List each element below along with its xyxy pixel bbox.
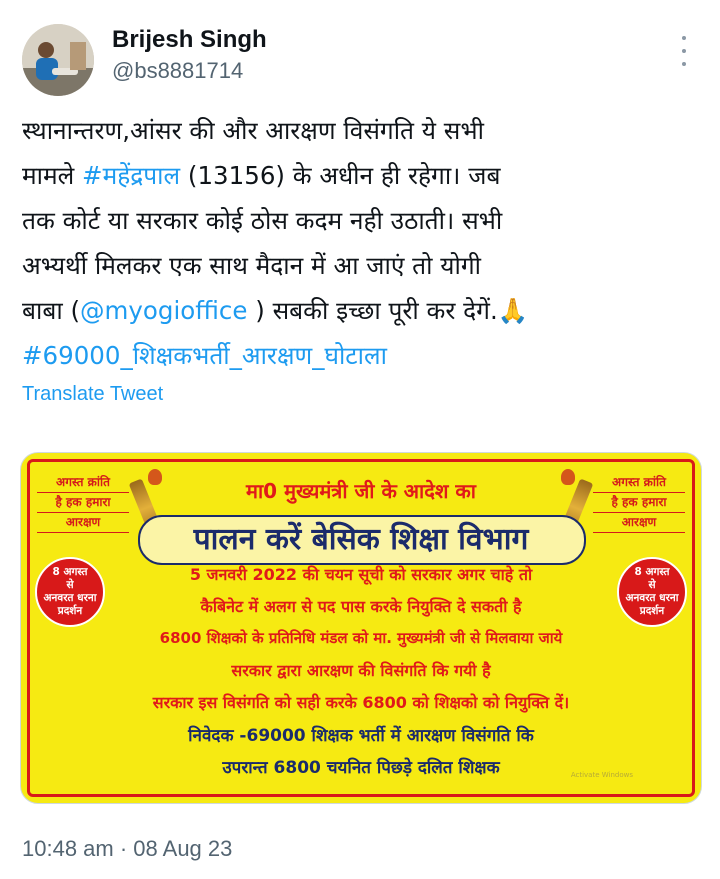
- author-avatar[interactable]: [22, 24, 94, 96]
- tweet-text: स्थानान्तरण,आंसर की और आरक्षण विसंगति ये…: [22, 108, 702, 378]
- tweet-line: तक कोर्ट या सरकार कोई ठोस कदम नही उठाती।…: [22, 206, 503, 235]
- mention-link[interactable]: @myogioffice: [80, 296, 247, 325]
- tweet-text-segment: ) सबकी इच्छा पूरी कर देगें.: [247, 296, 498, 325]
- banner-line-1: 5 जनवरी 2022 की चयन सूची को सरकार अगर चा…: [189, 565, 533, 584]
- banner-line-6: निवेदक -69000 शिक्षक भर्ती में आरक्षण वि…: [188, 726, 534, 746]
- tweet-line: अभ्यर्थी मिलकर एक साथ मैदान में आ जाएं त…: [22, 251, 481, 280]
- tweet-media-image[interactable]: अगस्त क्रांति है हक हमारा आरक्षण अगस्त क…: [20, 452, 702, 804]
- tweet-timestamp[interactable]: 10:48 am · 08 Aug 23: [22, 836, 232, 862]
- banner-line-4: सरकार द्वारा आरक्षण की विसंगति कि गयी है: [231, 661, 491, 680]
- more-options-icon[interactable]: [672, 36, 696, 66]
- tweet-text-segment: बाबा (: [22, 296, 81, 325]
- banner-line-2: कैबिनेट में अलग से पद पास करके नियुक्ति …: [200, 597, 522, 616]
- banner-heading-1: मा0 मुख्यमंत्री जी के आदेश का: [246, 479, 476, 503]
- banner-line-3: 6800 शिक्षको के प्रतिनिधि मंडल को मा. मु…: [159, 629, 563, 647]
- tweet-text-segment: (13156) के अधीन ही रहेगा। जब: [180, 161, 501, 190]
- folded-hands-emoji: 🙏: [497, 296, 529, 325]
- banner-line-5: सरकार इस विसंगति को सही करके 6800 को शिक…: [152, 693, 570, 712]
- avatar-photo: [22, 24, 94, 96]
- banner-heading-2: पालन करें बेसिक शिक्षा विभाग: [193, 522, 529, 557]
- tweet-line: स्थानान्तरण,आंसर की और आरक्षण विसंगति ये…: [22, 116, 484, 145]
- watermark-text: Activate Windows: [570, 771, 633, 779]
- translate-tweet-link[interactable]: Translate Tweet: [22, 383, 163, 406]
- tweet-line: मामले #महेंद्रपाल (13156) के अधीन ही रहे…: [22, 153, 702, 198]
- tweet-text-segment: मामले: [22, 161, 83, 190]
- author-name[interactable]: Brijesh Singh: [112, 26, 267, 54]
- hashtag-link[interactable]: #69000_शिक्षकभर्ती_आरक्षण_घोटाला: [22, 333, 702, 378]
- author-handle[interactable]: @bs8881714: [112, 58, 243, 84]
- hashtag-link[interactable]: #महेंद्रपाल: [82, 161, 180, 190]
- tweet-line: बाबा (@myogioffice ) सबकी इच्छा पूरी कर …: [22, 288, 702, 333]
